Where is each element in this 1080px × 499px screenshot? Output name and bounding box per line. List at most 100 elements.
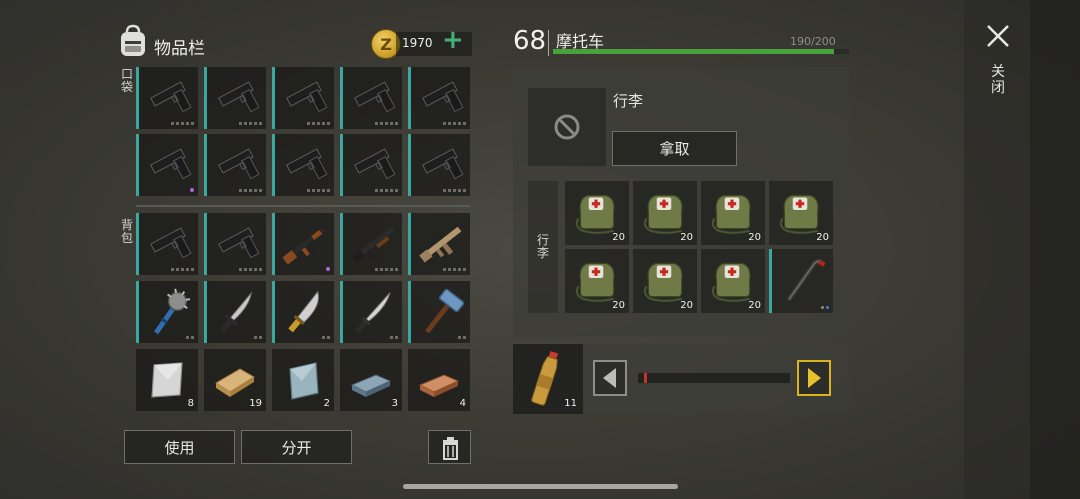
add-coins-button[interactable]: + bbox=[442, 26, 464, 54]
backpack-slot[interactable] bbox=[272, 281, 334, 343]
backpack-slot[interactable] bbox=[204, 281, 266, 343]
backpack-slot[interactable] bbox=[204, 213, 266, 275]
medkit-bag-icon bbox=[779, 194, 819, 234]
discard-button[interactable] bbox=[428, 430, 471, 464]
pistol-icon bbox=[218, 81, 260, 113]
vehicle-hp-bar bbox=[553, 49, 849, 54]
increase-arrow-icon[interactable] bbox=[797, 360, 831, 396]
home-indicator[interactable] bbox=[403, 484, 678, 489]
luggage-title: 行李 bbox=[613, 92, 644, 110]
backpack-slot[interactable] bbox=[408, 213, 470, 275]
item-quantity: 20 bbox=[680, 232, 693, 243]
medkit-bag-icon bbox=[643, 262, 683, 302]
pocket-slot[interactable] bbox=[272, 67, 334, 129]
durability-dots bbox=[171, 122, 194, 125]
pocket-slot[interactable] bbox=[136, 67, 198, 129]
fuel-bottle-qty: 11 bbox=[564, 398, 577, 409]
durability-dots bbox=[239, 122, 262, 125]
durability-dots bbox=[171, 268, 194, 271]
backpack-slot[interactable] bbox=[408, 281, 470, 343]
luggage-slot[interactable]: 20 bbox=[633, 249, 697, 313]
durability-dots bbox=[307, 189, 330, 192]
take-button[interactable]: 拿取 bbox=[612, 131, 737, 166]
close-icon[interactable] bbox=[984, 22, 1012, 50]
sword-icon bbox=[220, 291, 253, 333]
pocket-slot[interactable] bbox=[340, 67, 402, 129]
pistol-icon bbox=[286, 81, 328, 113]
item-quantity: 20 bbox=[612, 300, 625, 311]
use-button[interactable]: 使用 bbox=[124, 430, 235, 464]
steel-ingot-icon bbox=[350, 374, 392, 397]
backpack-slot[interactable] bbox=[136, 281, 198, 343]
luggage-slot[interactable]: 20 bbox=[565, 249, 629, 313]
luggage-slot[interactable]: 20 bbox=[633, 181, 697, 245]
pistol-icon bbox=[218, 148, 260, 180]
pocket-slot[interactable] bbox=[204, 67, 266, 129]
pocket-slot[interactable] bbox=[340, 134, 402, 196]
durability-dots bbox=[443, 189, 466, 192]
item-quantity: 8 bbox=[187, 398, 194, 409]
luggage-slot[interactable] bbox=[769, 249, 833, 313]
luggage-slot[interactable]: 20 bbox=[701, 181, 765, 245]
item-quantity: 20 bbox=[612, 232, 625, 243]
pocket-slot[interactable] bbox=[136, 134, 198, 196]
vehicle-hp-text: 190/200 bbox=[790, 35, 836, 48]
durability-dots bbox=[254, 336, 262, 339]
backpack-slot[interactable]: 19 bbox=[204, 349, 266, 411]
amount-slider[interactable] bbox=[638, 373, 790, 383]
item-quantity: 3 bbox=[391, 398, 398, 409]
item-quantity: 20 bbox=[748, 300, 761, 311]
backpack-slot[interactable]: 8 bbox=[136, 349, 198, 411]
medkit-bag-icon bbox=[711, 262, 751, 302]
luggage-slot[interactable]: 20 bbox=[565, 181, 629, 245]
shotgun-icon bbox=[351, 226, 395, 263]
sledgehammer-icon bbox=[425, 288, 465, 334]
pocket-slot[interactable] bbox=[408, 134, 470, 196]
rarity-dot bbox=[326, 267, 330, 271]
machete-icon bbox=[288, 290, 319, 333]
close-button[interactable]: 关闭 bbox=[990, 64, 1006, 96]
item-quantity: 20 bbox=[680, 300, 693, 311]
backpack-slot[interactable]: 3 bbox=[340, 349, 402, 411]
slider-handle[interactable] bbox=[644, 373, 648, 383]
fuel-bottle-icon bbox=[531, 351, 559, 406]
backpack-slot[interactable] bbox=[272, 213, 334, 275]
spiked-mace-icon bbox=[154, 288, 191, 335]
backpack-slot[interactable] bbox=[136, 213, 198, 275]
luggage-slot[interactable]: 20 bbox=[701, 249, 765, 313]
backpack-slot[interactable]: 2 bbox=[272, 349, 334, 411]
medkit-bag-icon bbox=[575, 262, 615, 302]
backpack-label: 背包 bbox=[120, 218, 133, 245]
item-quantity: 20 bbox=[816, 232, 829, 243]
pocket-slot[interactable] bbox=[204, 134, 266, 196]
luggage-side-label: 行李 bbox=[536, 233, 549, 260]
durability-dots bbox=[443, 268, 466, 271]
backpack-slot[interactable] bbox=[340, 281, 402, 343]
durability-dots bbox=[186, 336, 194, 339]
assault-rifle-icon bbox=[282, 227, 326, 265]
luggage-slot[interactable]: 20 bbox=[769, 181, 833, 245]
pistol-icon bbox=[150, 81, 192, 113]
vehicle-level: 68 bbox=[513, 26, 547, 56]
durability-dots bbox=[821, 306, 829, 309]
pocket-slot[interactable] bbox=[272, 134, 334, 196]
backpack-slot[interactable] bbox=[340, 213, 402, 275]
inventory-title: 物品栏 bbox=[154, 39, 205, 59]
pistol-icon bbox=[354, 81, 396, 113]
durability-dots bbox=[322, 336, 330, 339]
pistol-icon bbox=[422, 148, 464, 180]
item-quantity: 19 bbox=[249, 398, 262, 409]
pistol-icon bbox=[218, 227, 260, 259]
coin-amount: 1970 bbox=[402, 36, 433, 50]
durability-dots bbox=[239, 268, 262, 271]
pocket-label: 口袋 bbox=[120, 67, 133, 94]
split-button[interactable]: 分开 bbox=[241, 430, 352, 464]
backpack-slot[interactable]: 4 bbox=[408, 349, 470, 411]
decrease-arrow-icon[interactable] bbox=[593, 360, 627, 396]
durability-dots bbox=[239, 189, 262, 192]
glass-sheet-icon bbox=[289, 362, 319, 400]
fuel-bottle-slot[interactable]: 11 bbox=[513, 344, 583, 414]
durability-dots bbox=[375, 122, 398, 125]
pocket-slot[interactable] bbox=[408, 67, 470, 129]
katana-icon bbox=[355, 292, 391, 333]
